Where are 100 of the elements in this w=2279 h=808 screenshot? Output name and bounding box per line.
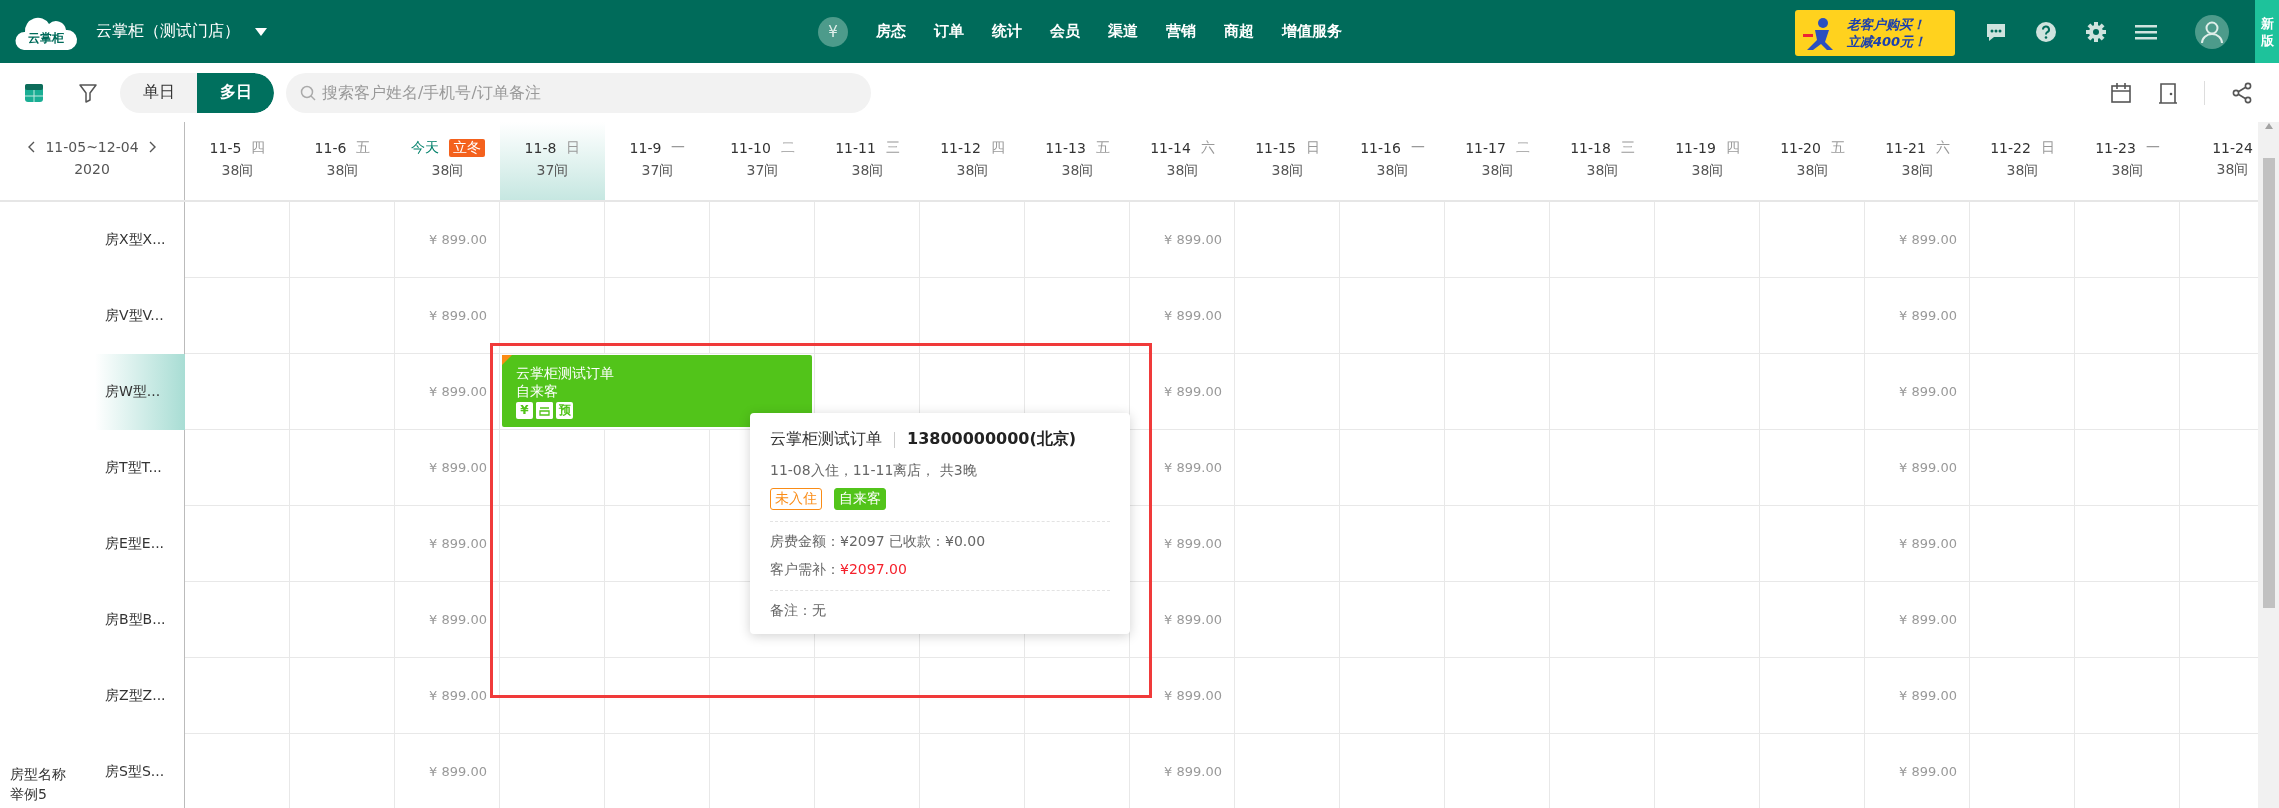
room-type-name[interactable]: 房V型V... xyxy=(95,278,185,354)
grid-cell[interactable] xyxy=(1655,202,1760,278)
date-column-header[interactable]: 11-14 六 38间 xyxy=(1130,122,1235,200)
nav-link[interactable]: 统计 xyxy=(992,22,1022,41)
grid-cell[interactable] xyxy=(1025,278,1130,354)
room-type-name[interactable]: 房T型T... xyxy=(95,430,185,506)
date-column-header[interactable]: 11-13 五 38间 xyxy=(1025,122,1130,200)
date-column-header[interactable]: 11-18 三 38间 xyxy=(1550,122,1655,200)
grid-cell[interactable] xyxy=(185,430,290,506)
next-icon[interactable] xyxy=(148,141,157,153)
store-name[interactable]: 云掌柜（测试门店） xyxy=(96,21,240,42)
date-column-header[interactable]: 11-21 六 38间 xyxy=(1865,122,1970,200)
date-column-header[interactable]: 11-15 日 38间 xyxy=(1235,122,1340,200)
grid-cell[interactable] xyxy=(185,354,290,430)
nav-link[interactable]: 渠道 xyxy=(1108,22,1138,41)
grid-cell[interactable] xyxy=(1445,202,1550,278)
grid-cell[interactable] xyxy=(1025,658,1130,734)
grid-cell[interactable] xyxy=(1760,202,1865,278)
grid-cell[interactable] xyxy=(290,202,395,278)
room-count: 38间 xyxy=(2006,161,2039,180)
promo-text: 立减400元！ xyxy=(1847,33,1927,50)
grid-cell[interactable] xyxy=(1235,202,1340,278)
room-type-name[interactable]: 房S型S... xyxy=(95,734,185,808)
weekday-label: 六 xyxy=(1935,138,1950,157)
weekday-label: 一 xyxy=(2145,138,2160,157)
chat-icon[interactable] xyxy=(1985,21,2007,42)
grid-cell[interactable] xyxy=(185,506,290,582)
date-label: 11-24 xyxy=(2212,139,2253,156)
grid-cell[interactable] xyxy=(605,658,710,734)
room-type-name[interactable]: 房B型B... xyxy=(95,582,185,658)
grid-cell[interactable] xyxy=(1970,202,2075,278)
nav-link[interactable]: 营销 xyxy=(1166,22,1196,41)
nav-link[interactable]: 会员 xyxy=(1050,22,1080,41)
scroll-up-icon[interactable] xyxy=(2263,122,2274,130)
promo-banner[interactable]: 老客户购买！ 立减400元！ xyxy=(1795,10,1955,56)
grid-cell[interactable] xyxy=(1025,202,1130,278)
view-tab[interactable]: 多日 xyxy=(197,72,274,113)
date-column-header[interactable]: 11-5 四 38间 xyxy=(185,122,290,200)
nav-link[interactable]: 商超 xyxy=(1224,22,1254,41)
previous-icon[interactable] xyxy=(27,141,36,153)
door-icon[interactable] xyxy=(2158,81,2178,104)
date-column-header[interactable]: 11-17 二 38间 xyxy=(1445,122,1550,200)
grid-cell[interactable] xyxy=(920,278,1025,354)
grid-view-icon[interactable] xyxy=(24,82,44,103)
date-column-header[interactable]: 11-23 一 38间 xyxy=(2075,122,2180,200)
grid-cell[interactable] xyxy=(1340,202,1445,278)
date-label: 11-20 xyxy=(1780,139,1821,156)
date-column-header[interactable]: 11-22 日 38间 xyxy=(1970,122,2075,200)
grid-cell[interactable] xyxy=(710,202,815,278)
menu-icon[interactable] xyxy=(2135,22,2157,41)
scrollbar-thumb[interactable] xyxy=(2262,158,2275,608)
weekday-label: 五 xyxy=(1830,138,1845,157)
grid-cell[interactable] xyxy=(920,202,1025,278)
grid-cell[interactable] xyxy=(605,202,710,278)
filter-icon[interactable] xyxy=(78,82,98,103)
weekday-label: 四 xyxy=(251,138,266,157)
help-icon[interactable] xyxy=(2035,20,2057,43)
calendar-icon[interactable] xyxy=(2110,81,2132,104)
grid-cell[interactable] xyxy=(185,202,290,278)
date-column-header[interactable]: 11-10 二 37间 xyxy=(710,122,815,200)
caret-icon[interactable] xyxy=(254,26,268,37)
room-type-name[interactable]: 房W型... xyxy=(95,354,185,430)
nav-link[interactable]: 房态 xyxy=(876,22,906,41)
date-column-header[interactable]: 11-16 一 38间 xyxy=(1340,122,1445,200)
grid-cell[interactable] xyxy=(185,582,290,658)
grid-cell[interactable] xyxy=(500,202,605,278)
grid-cell[interactable] xyxy=(815,278,920,354)
date-column-header[interactable]: 11-11 三 38间 xyxy=(815,122,920,200)
grid-cell[interactable] xyxy=(500,278,605,354)
date-column-header[interactable]: 11-12 四 38间 xyxy=(920,122,1025,200)
date-column-header[interactable]: 11-9 一 37间 xyxy=(605,122,710,200)
amount-due-label: 客户需补： xyxy=(770,561,840,579)
share-icon[interactable] xyxy=(2231,81,2253,104)
grid-cell[interactable] xyxy=(815,202,920,278)
date-column-header[interactable]: 11-6 五 38间 xyxy=(290,122,395,200)
nav-link[interactable]: 增值服务 xyxy=(1282,22,1342,41)
date-column-header[interactable]: 11-20 五 38间 xyxy=(1760,122,1865,200)
grid-cell[interactable] xyxy=(1550,202,1655,278)
date-column-header[interactable]: 11-24 38间 xyxy=(2180,122,2258,200)
grid-cell[interactable] xyxy=(185,278,290,354)
room-type-name[interactable]: 房X型X... xyxy=(95,202,185,278)
grid-cell[interactable] xyxy=(710,278,815,354)
grid-cell[interactable] xyxy=(2075,202,2180,278)
nav-link[interactable]: 订单 xyxy=(934,22,964,41)
room-type-name[interactable]: 房E型E... xyxy=(95,506,185,582)
grid-cell[interactable] xyxy=(920,658,1025,734)
grid-cell[interactable] xyxy=(605,278,710,354)
grid-cell[interactable] xyxy=(815,658,920,734)
avatar-icon[interactable] xyxy=(2195,14,2229,49)
grid-cell[interactable] xyxy=(710,658,815,734)
status-tag: 自来客 xyxy=(834,488,886,510)
search-field[interactable]: 搜索客户姓名/手机号/订单备注 xyxy=(286,72,871,113)
view-tab[interactable]: 单日 xyxy=(120,72,197,113)
grid-cell[interactable] xyxy=(185,658,290,734)
date-column-header[interactable]: 11-19 四 38间 xyxy=(1655,122,1760,200)
date-column-header[interactable]: 今天 立冬 38间 xyxy=(395,122,500,200)
grid-cell[interactable] xyxy=(500,658,605,734)
room-type-name[interactable]: 房Z型Z... xyxy=(95,658,185,734)
bed-icon xyxy=(536,401,553,419)
settings-icon[interactable] xyxy=(2085,20,2107,43)
